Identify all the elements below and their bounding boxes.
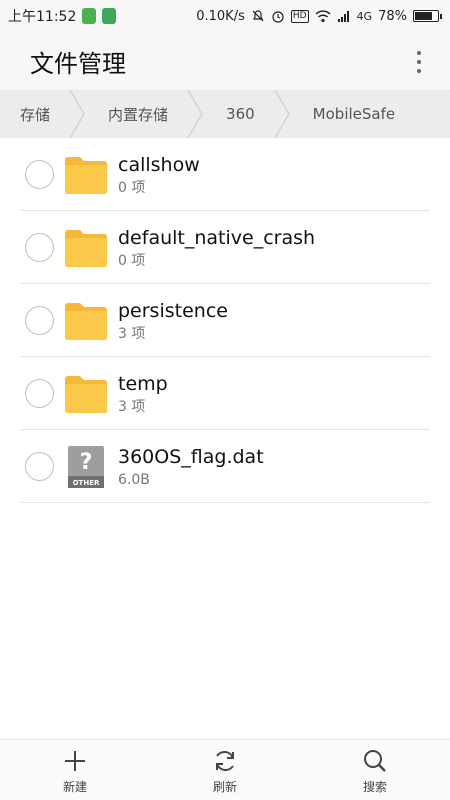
file-meta: 3 项	[118, 326, 146, 342]
status-bar: 上午11:52 0.10K/s HD 4G 78%	[0, 0, 450, 32]
breadcrumb: 存储 内置存储 360 MobileSafe	[0, 90, 450, 138]
net-speed: 0.10K/s	[196, 8, 245, 24]
hd-badge: HD	[290, 9, 309, 23]
more-options-button[interactable]	[410, 51, 428, 73]
status-time: 上午11:52	[8, 9, 77, 25]
breadcrumb-label: 内置存储	[108, 105, 169, 124]
breadcrumb-chevron-icon	[68, 90, 88, 138]
alarm-icon	[272, 11, 284, 23]
folder-icon	[65, 156, 107, 194]
list-item[interactable]: persistence 3 项	[0, 284, 450, 357]
select-checkbox[interactable]	[25, 452, 54, 481]
file-name: 360OS_flag.dat	[118, 446, 264, 468]
notification-app-icon	[82, 8, 97, 24]
folder-icon	[65, 229, 107, 267]
bottom-action-bar: 新建 刷新 搜索	[0, 739, 450, 800]
breadcrumb-label: MobileSafe	[312, 105, 396, 123]
unknown-file-icon: ? OTHER	[68, 445, 104, 488]
svg-text:?: ?	[80, 450, 93, 475]
network-type: 4G	[356, 9, 373, 23]
folder-icon	[65, 302, 107, 340]
list-item[interactable]: callshow 0 项	[0, 138, 450, 211]
search-icon	[364, 750, 386, 772]
file-meta: 0 项	[118, 180, 146, 196]
select-checkbox[interactable]	[25, 160, 54, 189]
svg-text:OTHER: OTHER	[73, 479, 100, 487]
file-name: persistence	[118, 300, 228, 322]
plus-icon	[65, 751, 85, 771]
breadcrumb-item-360[interactable]: 360	[206, 90, 293, 138]
list-item[interactable]: ? OTHER 360OS_flag.dat 6.0B	[0, 430, 450, 503]
breadcrumb-chevron-icon	[273, 90, 293, 138]
select-checkbox[interactable]	[25, 306, 54, 335]
search-label: 搜索	[362, 780, 387, 794]
battery-percent: 78%	[378, 8, 407, 24]
breadcrumb-chevron-icon	[186, 90, 206, 138]
signal-icon	[337, 11, 349, 22]
divider	[20, 502, 430, 503]
battery-icon	[413, 10, 442, 22]
new-button[interactable]: 新建	[0, 740, 150, 800]
breadcrumb-item-internal-storage[interactable]: 内置存储	[88, 90, 206, 138]
file-meta: 0 项	[118, 253, 146, 269]
search-button[interactable]: 搜索	[300, 740, 450, 800]
file-name: default_native_crash	[118, 227, 316, 249]
notification-app-icon-2	[102, 8, 117, 24]
file-size: 6.0B	[118, 472, 150, 488]
new-label: 新建	[62, 780, 87, 794]
folder-icon	[65, 375, 107, 413]
file-list: callshow 0 项 default_native_crash 0 项 pe…	[0, 138, 450, 503]
select-checkbox[interactable]	[25, 233, 54, 262]
mute-bell-icon	[252, 10, 264, 22]
file-name: temp	[118, 373, 168, 395]
list-item[interactable]: temp 3 项	[0, 357, 450, 430]
file-meta: 3 项	[118, 399, 146, 415]
breadcrumb-item-storage[interactable]: 存储	[0, 90, 88, 138]
file-name: callshow	[118, 154, 200, 176]
refresh-label: 刷新	[212, 780, 237, 794]
breadcrumb-label: 存储	[20, 105, 51, 124]
more-vert-icon	[417, 51, 421, 55]
app-bar: 文件管理	[0, 32, 450, 90]
breadcrumb-label: 360	[226, 105, 255, 123]
refresh-icon	[216, 751, 234, 771]
refresh-button[interactable]: 刷新	[150, 740, 300, 800]
select-checkbox[interactable]	[25, 379, 54, 408]
page-title: 文件管理	[30, 49, 126, 78]
list-item[interactable]: default_native_crash 0 项	[0, 211, 450, 284]
wifi-icon	[315, 10, 331, 23]
breadcrumb-item-mobilesafe[interactable]: MobileSafe	[293, 90, 395, 138]
